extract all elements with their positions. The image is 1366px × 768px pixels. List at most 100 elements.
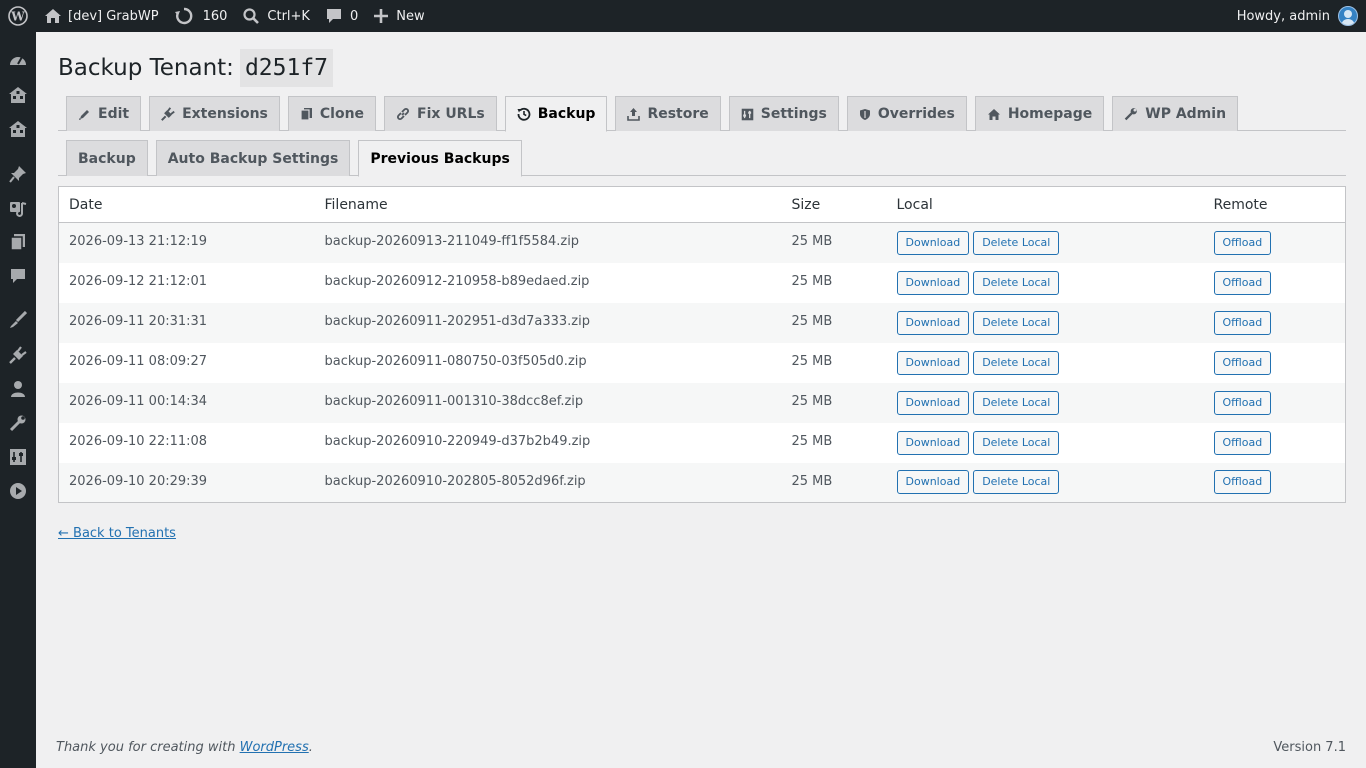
edit-icon (78, 108, 98, 121)
tab-homepage[interactable]: Homepage (974, 96, 1105, 131)
download-button[interactable]: Download (896, 230, 970, 255)
local-actions: Download Delete Local (886, 222, 1204, 263)
link-icon (396, 107, 417, 121)
subtab-backup[interactable]: Backup (66, 140, 148, 176)
download-button[interactable]: Download (896, 390, 970, 415)
sub-tabs: Backup Auto Backup Settings Previous Bac… (58, 140, 1346, 177)
backup-date: 2026-09-11 20:31:31 (58, 302, 315, 343)
tenant-id: d251f7 (239, 49, 334, 87)
download-button[interactable]: Download (896, 350, 970, 375)
comments-icon[interactable] (0, 259, 36, 293)
offload-button[interactable]: Offload (1213, 310, 1272, 335)
dashboard-icon[interactable] (0, 43, 36, 77)
wordpress-link[interactable]: WordPress (240, 740, 309, 755)
network-icon[interactable] (0, 112, 36, 146)
home-icon (44, 8, 62, 24)
footer-thanks: Thank you for creating with WordPress. (56, 740, 313, 755)
comment-icon (326, 8, 342, 24)
tab-wp-admin[interactable]: WP Admin (1112, 96, 1239, 131)
backup-size: 25 MB (781, 382, 887, 423)
offload-button[interactable]: Offload (1213, 270, 1272, 295)
main-content: Backup Tenant: d251f7 Edit Extensions Cl… (36, 32, 1366, 768)
download-button[interactable]: Download (896, 270, 970, 295)
wordpress-logo-icon[interactable]: W (0, 0, 36, 32)
appearance-icon[interactable] (0, 303, 36, 337)
pages-icon[interactable] (0, 225, 36, 259)
table-row: 2026-09-10 22:11:08 backup-20260910-22094… (59, 423, 1346, 463)
page-title-prefix: Backup Tenant: (58, 55, 234, 81)
offload-button[interactable]: Offload (1213, 390, 1272, 415)
local-actions: Download Delete Local (886, 462, 1204, 503)
comments-menu[interactable]: 0 (318, 0, 366, 32)
avatar[interactable] (1338, 6, 1358, 26)
remote-actions: Offload (1203, 302, 1346, 343)
delete-local-button[interactable]: Delete Local (973, 270, 1060, 295)
column-header-date: Date (58, 186, 315, 223)
remote-actions: Offload (1203, 462, 1346, 503)
tab-extensions[interactable]: Extensions (149, 96, 280, 131)
table-header-row: Date Filename Size Local Remote (58, 186, 1346, 223)
backup-filename: backup-20260911-202951-d3d7a333.zip (314, 302, 782, 343)
tools-icon[interactable] (0, 406, 36, 440)
backup-date: 2026-09-10 22:11:08 (69, 433, 208, 449)
tab-settings[interactable]: Settings (728, 96, 839, 131)
svg-text:W: W (10, 10, 25, 24)
back-to-tenants-link[interactable]: ← Back to Tenants (58, 526, 176, 541)
search-menu[interactable]: Ctrl+K (235, 0, 318, 32)
delete-local-button[interactable]: Delete Local (973, 310, 1060, 335)
column-header-size: Size (781, 186, 887, 223)
search-shortcut: Ctrl+K (267, 8, 310, 24)
local-actions: Download Delete Local (887, 263, 1204, 303)
pin-icon[interactable] (0, 157, 36, 191)
admin-menu (0, 32, 36, 768)
tab-fix-urls[interactable]: Fix URLs (384, 96, 497, 131)
users-icon[interactable] (0, 372, 36, 406)
shield-icon (859, 108, 878, 121)
delete-local-button[interactable]: Delete Local (973, 390, 1060, 415)
column-header-remote: Remote (1203, 186, 1346, 223)
offload-button[interactable]: Offload (1213, 430, 1272, 455)
comments-count: 0 (349, 8, 359, 24)
offload-button[interactable]: Offload (1213, 230, 1272, 255)
delete-local-button[interactable]: Delete Local (973, 470, 1060, 495)
greeting[interactable]: Howdy, admin (1237, 9, 1330, 24)
delete-local-button[interactable]: Delete Local (973, 350, 1060, 375)
settings-icon[interactable] (0, 440, 36, 474)
backup-filename: backup-20260910-202805-8052d96f.zip (314, 462, 782, 503)
download-button[interactable]: Download (896, 470, 970, 495)
play-icon[interactable] (0, 474, 36, 508)
download-button[interactable]: Download (896, 310, 970, 335)
updates-menu[interactable]: 160 (167, 0, 236, 32)
local-actions: Download Delete Local (887, 343, 1204, 383)
remote-actions: Offload (1203, 222, 1346, 263)
tab-backup[interactable]: Backup (504, 96, 608, 132)
offload-button[interactable]: Offload (1213, 470, 1272, 495)
table-row: 2026-09-13 21:12:19 backup-20260913-21104… (58, 222, 1346, 263)
remote-actions: Offload (1204, 343, 1346, 383)
upload-icon (627, 107, 647, 121)
tab-restore[interactable]: Restore (615, 96, 721, 131)
delete-local-button[interactable]: Delete Local (973, 430, 1060, 455)
delete-local-button[interactable]: Delete Local (973, 230, 1060, 255)
tab-edit[interactable]: Edit (66, 96, 142, 131)
tab-overrides[interactable]: Overrides (846, 96, 967, 131)
offload-button[interactable]: Offload (1213, 350, 1272, 375)
plugins-icon[interactable] (0, 338, 36, 372)
network-icon[interactable] (0, 78, 36, 112)
backup-filename: backup-20260910-220949-d37b2b49.zip (324, 433, 591, 449)
table-row: 2026-09-10 20:29:39 backup-20260910-20280… (58, 462, 1346, 503)
page-title: Backup Tenant: d251f7 (58, 49, 334, 87)
subtab-auto-backup-settings[interactable]: Auto Backup Settings (155, 140, 351, 176)
local-actions: Download Delete Local (886, 382, 1204, 423)
remote-actions: Offload (1203, 382, 1346, 423)
tab-clone[interactable]: Clone (287, 96, 377, 131)
updates-count: 160 (202, 8, 228, 24)
backup-size: 25 MB (781, 222, 887, 263)
new-content-menu[interactable]: New (366, 0, 432, 32)
media-icon[interactable] (0, 191, 36, 225)
download-button[interactable]: Download (896, 430, 970, 455)
copy-icon (300, 107, 320, 121)
column-header-local: Local (886, 186, 1204, 223)
site-name-menu[interactable]: [dev] GrabWP (36, 0, 167, 32)
subtab-previous-backups[interactable]: Previous Backups (358, 140, 522, 177)
